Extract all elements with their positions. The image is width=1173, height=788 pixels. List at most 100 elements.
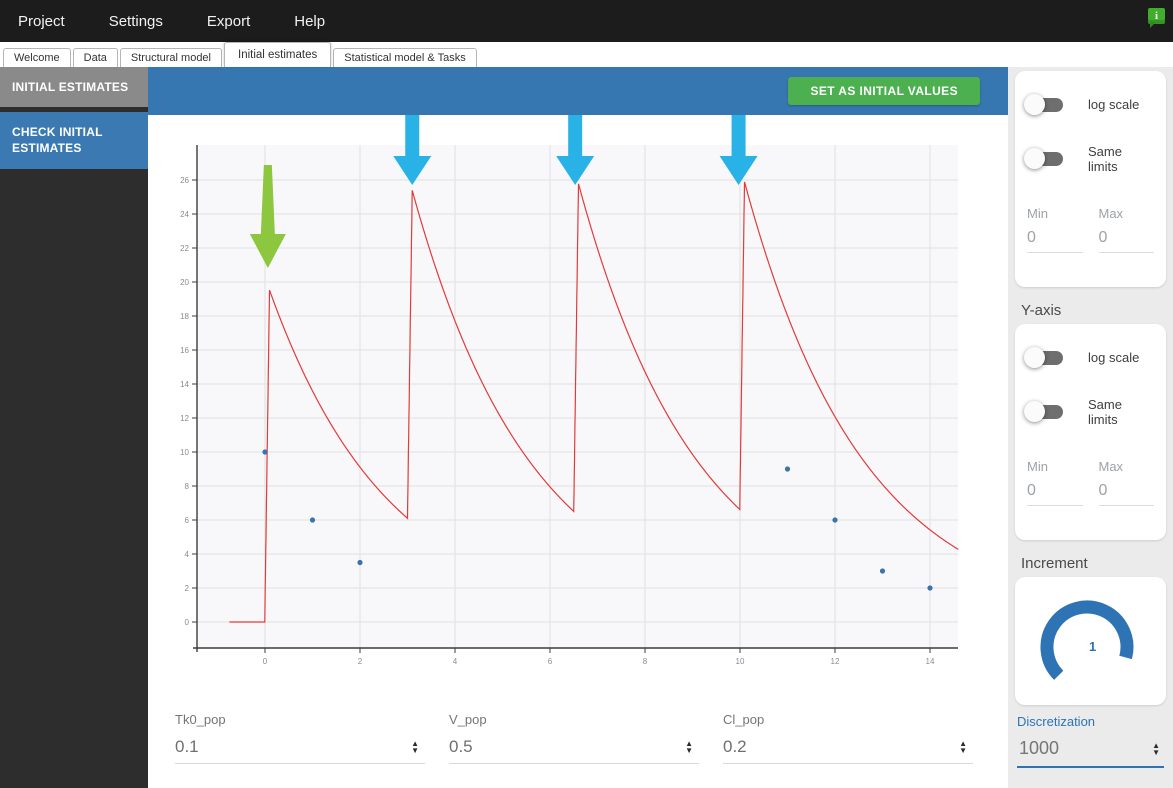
parameter-value: 0.2 [723, 737, 747, 756]
observation-point [832, 517, 838, 523]
y-axis-heading: Y-axis [1021, 302, 1062, 319]
x-same-limits-label: Same limits [1088, 144, 1122, 174]
set-as-initial-values-button[interactable]: SET AS INITIAL VALUES [788, 77, 980, 105]
x-same-limits-row: Same limits [1024, 144, 1154, 174]
parameter-label: Cl_pop [723, 712, 765, 727]
menu-export[interactable]: Export [207, 13, 250, 30]
x-tick-label: 8 [643, 657, 648, 666]
discretization-stepper[interactable]: ▲ ▼ [1152, 741, 1160, 756]
y-log-scale-toggle[interactable] [1024, 346, 1063, 368]
observation-point [357, 559, 363, 566]
discretization-block: Discretization 1000 ▲ ▼ [1017, 714, 1164, 768]
x-max-label: Max [1098, 206, 1124, 221]
parameter-tk0-pop: Tk0_pop 0.1 ▲ ▼ [175, 712, 449, 788]
chart-canvas[interactable]: 02468101214161820222426024681012141 [148, 114, 1008, 688]
y-tick-label: 16 [180, 346, 189, 355]
parameter-stepper[interactable]: ▲ ▼ [411, 740, 419, 755]
tab-welcome[interactable]: Welcome [3, 48, 71, 67]
x-tick-label: 0 [263, 657, 268, 666]
menu-project[interactable]: Project [18, 13, 65, 30]
x-tick-label: 6 [548, 657, 553, 666]
parameter-v-pop: V_pop 0.5 ▲ ▼ [449, 712, 723, 788]
x-tick-label: 4 [453, 657, 458, 666]
main-content: SET AS INITIAL VALUES 0 2 4 6 8 10 12 14 16 18 20 2… [148, 67, 1008, 788]
parameter-stepper[interactable]: ▲ ▼ [685, 740, 693, 755]
sidebar-item-check-initial-estimates[interactable]: CHECK INITIAL ESTIMATES [0, 112, 148, 169]
menu-help[interactable]: Help [294, 13, 325, 30]
prediction-chart: 02468101214161820222426024681012141 [148, 114, 1008, 688]
y-tick-label: 22 [180, 244, 189, 253]
y-tick-label: 0 [185, 618, 190, 627]
y-log-scale-label: log scale [1088, 350, 1140, 365]
discretization-input[interactable]: 1000 ▲ ▼ [1017, 738, 1164, 768]
parameter-label: Tk0_pop [175, 712, 226, 727]
parameter-label: V_pop [449, 712, 487, 727]
y-tick-label: 4 [185, 550, 190, 559]
parameter-input[interactable]: 0.2 ▲ ▼ [723, 737, 973, 764]
y-tick-label: 6 [185, 516, 190, 525]
y-log-scale-row: log scale [1024, 346, 1154, 368]
increment-heading: Increment [1021, 555, 1088, 572]
y-same-limits-row: Same limits [1024, 397, 1154, 427]
x-tick-label: 10 [736, 657, 745, 666]
tab-statistical-model-tasks[interactable]: Statistical model & Tasks [333, 48, 477, 67]
parameter-value: 0.5 [449, 737, 473, 756]
x-tick-label: 2 [358, 657, 363, 666]
parameter-stepper[interactable]: ▲ ▼ [959, 740, 967, 755]
tab-initial-estimates[interactable]: Initial estimates [224, 42, 332, 67]
info-notification-icon[interactable]: i [1148, 8, 1165, 28]
y-same-limits-label: Same limits [1088, 397, 1122, 427]
x-log-scale-row: log scale [1024, 93, 1154, 115]
y-tick-label: 18 [180, 312, 189, 321]
y-same-limits-toggle[interactable] [1024, 401, 1063, 422]
y-tick-label: 26 [180, 176, 189, 185]
y-tick-label: 12 [180, 414, 189, 423]
app-window: Project Settings Export Help i Welcome Data S… [0, 0, 1173, 788]
tab-bar: Welcome Data Structural model Initial estim… [0, 42, 1173, 67]
y-max-label: Max [1098, 459, 1124, 474]
toggle-knob [1024, 346, 1045, 368]
sidebar-item-initial-estimates[interactable]: INITIAL ESTIMATES [0, 67, 148, 108]
observation-point [784, 466, 791, 472]
parameter-row: Tk0_pop 0.1 ▲ ▼ V_pop 0.5 ▲ ▼ Cl_pop 0.2 ▲ ▼ [148, 688, 1008, 788]
observation-point [309, 517, 316, 523]
y-tick-label: 20 [180, 278, 189, 287]
x-axis-card: log scale Same limits Min 0 Max 0 [1015, 71, 1166, 287]
increment-card: 1 [1015, 577, 1166, 705]
tab-structural-model[interactable]: Structural model [119, 48, 222, 67]
tab-data[interactable]: Data [72, 48, 118, 67]
x-min-label: Min [1027, 206, 1048, 221]
parameter-input[interactable]: 0.1 ▲ ▼ [175, 737, 425, 764]
y-tick-label: 14 [180, 380, 189, 389]
observation-point [927, 585, 933, 591]
parameter-cl-pop: Cl_pop 0.2 ▲ ▼ [723, 712, 997, 788]
y-tick-label: 10 [180, 448, 189, 457]
y-axis-card: log scale Same limits Min 0 Max 0 [1015, 324, 1166, 540]
y-tick-label: 24 [180, 210, 189, 219]
parameter-input[interactable]: 0.5 ▲ ▼ [449, 737, 699, 764]
main-menu: Project Settings Export Help [18, 13, 369, 30]
discretization-label: Discretization [1017, 714, 1096, 729]
x-tick-label: 12 [831, 657, 840, 666]
x-max-input[interactable]: 0 [1098, 229, 1154, 253]
discretization-value: 1000 [1019, 738, 1060, 758]
y-tick-label: 8 [185, 482, 190, 491]
x-log-scale-label: log scale [1088, 97, 1140, 112]
plot-toolbar: SET AS INITIAL VALUES [148, 67, 1008, 115]
menu-settings[interactable]: Settings [109, 13, 163, 30]
menubar: Project Settings Export Help i [0, 0, 1173, 42]
y-tick-label: 2 [185, 584, 190, 593]
y-max-input[interactable]: 0 [1098, 482, 1154, 506]
y-min-input[interactable]: 0 [1027, 482, 1083, 506]
toggle-knob [1024, 401, 1045, 422]
x-tick-label: 14 [926, 657, 935, 666]
toggle-knob [1024, 93, 1045, 115]
y-min-label: Min [1027, 459, 1048, 474]
sidebar: INITIAL ESTIMATES CHECK INITIAL ESTIMATES [0, 67, 148, 788]
x-log-scale-toggle[interactable] [1024, 93, 1063, 115]
observation-point [879, 568, 886, 574]
x-same-limits-toggle[interactable] [1024, 148, 1063, 169]
x-min-input[interactable]: 0 [1027, 229, 1083, 253]
toggle-knob [1024, 148, 1045, 169]
increment-knob[interactable] [1021, 583, 1141, 698]
